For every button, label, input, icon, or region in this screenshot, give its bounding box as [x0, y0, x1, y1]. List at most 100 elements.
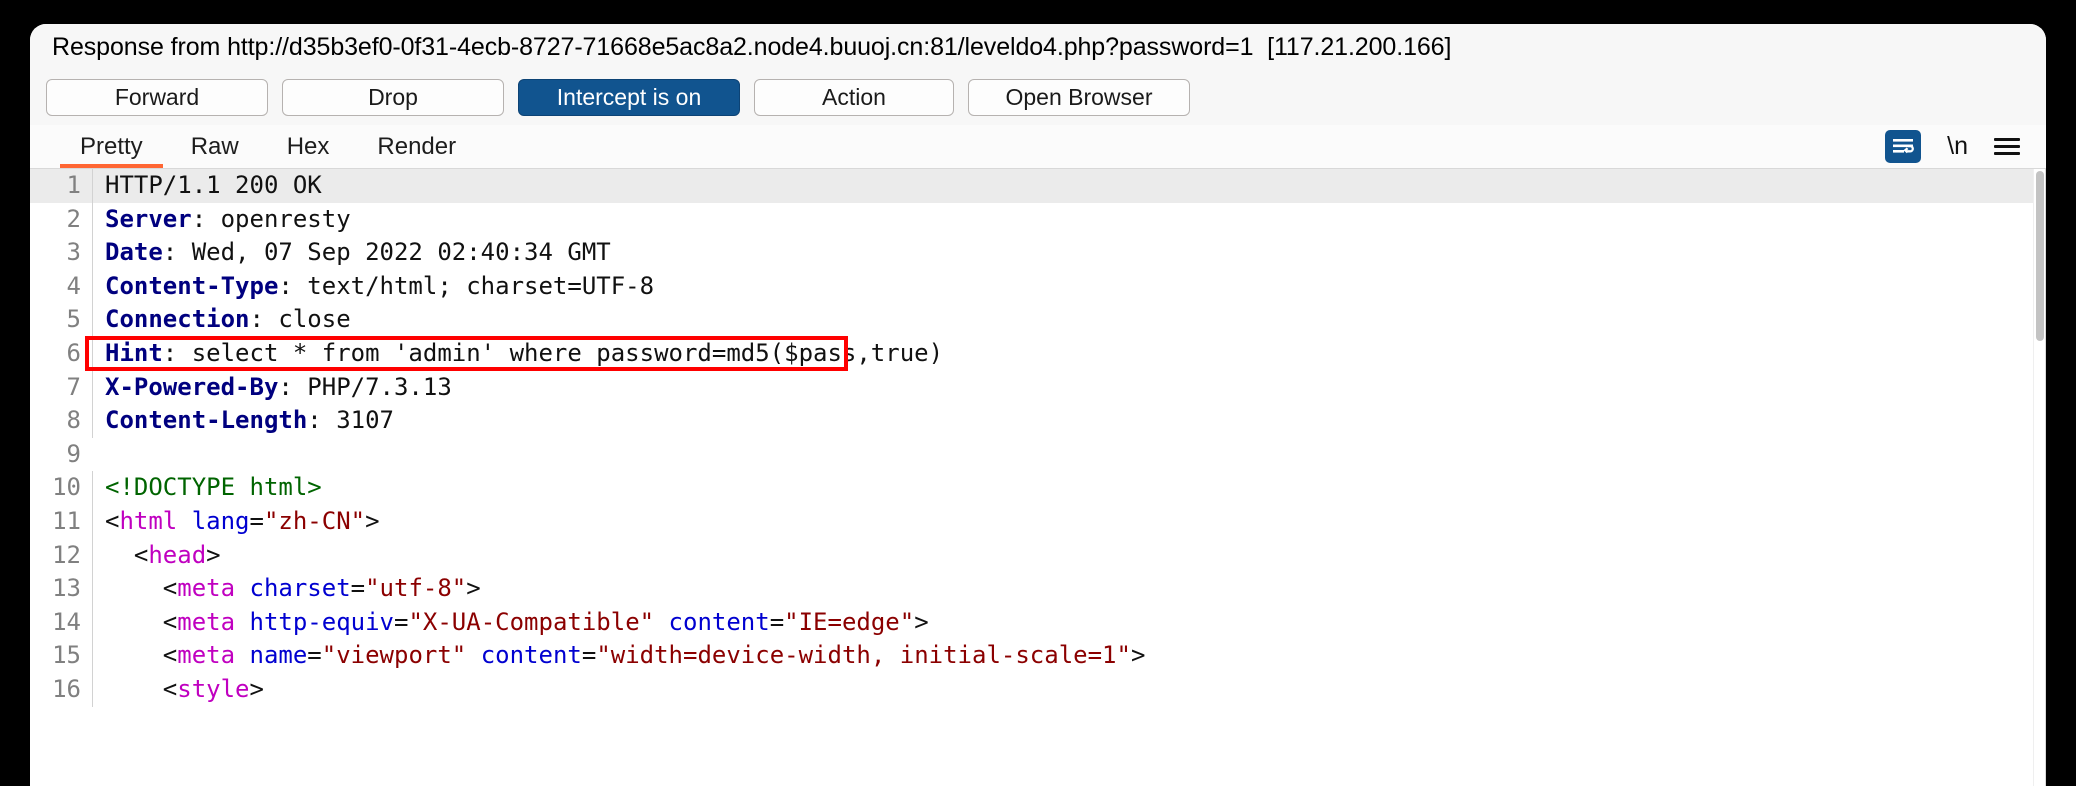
line-content[interactable]: <meta charset="utf-8">	[92, 572, 2033, 606]
line-content[interactable]: Connection: close	[92, 303, 2033, 337]
token-punc: =	[769, 607, 785, 636]
code-line: 10 <!DOCTYPE html>	[30, 471, 2033, 505]
token-str: "utf-8"	[365, 574, 467, 603]
line-content[interactable]: Content-Type: text/html; charset=UTF-8	[92, 269, 2033, 304]
action-toolbar: Forward Drop Intercept is on Action Open…	[30, 70, 2046, 125]
line-content[interactable]: Server: openresty	[92, 202, 2033, 237]
token-attr: content	[480, 641, 582, 670]
token-punc	[654, 608, 668, 636]
code-line: 9	[30, 438, 2033, 472]
token-val: : text/html; charset=UTF-8	[278, 271, 655, 300]
token-val: : openresty	[191, 204, 351, 233]
code-line: 11 <html lang="zh-CN">	[30, 504, 2033, 539]
line-number: 13	[52, 574, 81, 603]
code-line: 16 <style>	[30, 672, 2033, 707]
token-attr: lang	[191, 506, 250, 535]
window-title: Response from http://d35b3ef0-0f31-4ecb-…	[52, 32, 1452, 61]
token-str: "IE=edge"	[784, 607, 915, 636]
title-bar: Response from http://d35b3ef0-0f31-4ecb-…	[30, 24, 2046, 70]
hamburger-menu-icon[interactable]	[1994, 138, 2020, 155]
token-punc: <	[105, 506, 120, 535]
menu-bar-3	[1994, 152, 2020, 155]
token-attr: content	[668, 607, 770, 636]
code-line: 12 <head>	[30, 538, 2033, 573]
code-line: 15 <meta name="viewport" content="width=…	[30, 639, 2033, 673]
line-content[interactable]: <html lang="zh-CN">	[92, 504, 2033, 539]
token-str: "X-UA-Compatible"	[408, 607, 655, 636]
token-tag: style	[177, 674, 250, 703]
token-punc: =	[394, 607, 409, 636]
code-line-list: 1 HTTP/1.1 200 OK 2 Server: openresty 3 Date:…	[30, 169, 2033, 707]
token-val: : Wed, 07 Sep 2022 02:40:34 GMT	[162, 238, 611, 267]
menu-bar-1	[1994, 138, 2020, 141]
code-line: 6 Hint: select * from 'admin' where passw…	[30, 336, 2033, 371]
tab-list: Pretty Raw Hex Render	[30, 125, 480, 168]
line-content[interactable]: <!DOCTYPE html>	[92, 471, 2033, 505]
token-str: "width=device-width, initial-scale=1"	[596, 641, 1131, 670]
token-tag: meta	[177, 574, 236, 603]
code-line: 1 HTTP/1.1 200 OK	[30, 169, 2033, 203]
token-punc	[466, 641, 480, 669]
tab-pretty[interactable]: Pretty	[56, 125, 167, 168]
token-punc: <	[105, 641, 178, 670]
token-val: : select * from 'admin' where password=m…	[162, 338, 944, 367]
line-number: 1	[66, 171, 81, 199]
token-str: "viewport"	[321, 641, 467, 670]
token-hdr: X-Powered-By	[105, 372, 279, 401]
line-content[interactable]: Date: Wed, 07 Sep 2022 02:40:34 GMT	[92, 236, 2033, 270]
token-hdr: Date	[105, 238, 163, 267]
tab-tools: \n	[1885, 125, 2046, 168]
token-val: HTTP/1.1 200 OK	[105, 171, 322, 199]
line-content[interactable]: <meta http-equiv="X-UA-Compatible" conte…	[92, 605, 2033, 640]
token-attr: http-equiv	[249, 607, 395, 636]
code-line: 3 Date: Wed, 07 Sep 2022 02:40:34 GMT	[30, 236, 2033, 270]
line-content[interactable]: <meta name="viewport" content="width=dev…	[92, 639, 2033, 673]
newline-toggle-icon[interactable]: \n	[1947, 132, 1968, 161]
token-punc: =	[307, 641, 322, 670]
token-val: : PHP/7.3.13	[278, 372, 452, 401]
line-number: 7	[66, 372, 81, 401]
token-hdr: Connection	[105, 305, 250, 334]
token-val: : close	[249, 305, 351, 334]
token-punc: =	[350, 574, 366, 603]
open-browser-button[interactable]: Open Browser	[968, 79, 1190, 116]
tab-render[interactable]: Render	[353, 125, 480, 168]
token-punc	[235, 641, 249, 669]
token-punc: >	[466, 574, 481, 603]
token-val: : 3107	[307, 406, 394, 435]
code-line: 4 Content-Type: text/html; charset=UTF-8	[30, 269, 2033, 304]
line-content[interactable]: X-Powered-By: PHP/7.3.13	[92, 370, 2033, 405]
token-hdr: Content-Length	[105, 406, 308, 435]
token-doct: <!DOCTYPE html>	[105, 473, 322, 502]
code-line: 5 Connection: close	[30, 303, 2033, 337]
token-tag: html	[119, 506, 178, 535]
code-scroll-region[interactable]: 1 HTTP/1.1 200 OK 2 Server: openresty 3 Date:…	[30, 169, 2033, 786]
line-number: 2	[66, 204, 81, 233]
scrollbar-thumb[interactable]	[2036, 171, 2044, 341]
token-punc	[235, 608, 249, 636]
line-content[interactable]: HTTP/1.1 200 OK	[92, 169, 2033, 203]
menu-bar-2	[1994, 145, 2020, 148]
token-hdr: Server	[105, 204, 192, 233]
code-line: 2 Server: openresty	[30, 202, 2033, 237]
drop-button[interactable]: Drop	[282, 79, 504, 116]
line-content[interactable]: Content-Length: 3107	[92, 404, 2033, 438]
code-line: 7 X-Powered-By: PHP/7.3.13	[30, 370, 2033, 405]
response-viewer: 1 HTTP/1.1 200 OK 2 Server: openresty 3 Date:…	[30, 169, 2046, 786]
line-content[interactable]: <head>	[92, 538, 2033, 573]
line-number: 3	[66, 238, 81, 267]
tab-raw[interactable]: Raw	[167, 125, 263, 168]
action-button[interactable]: Action	[754, 79, 954, 116]
line-number: 11	[52, 506, 81, 535]
intercept-toggle-button[interactable]: Intercept is on	[518, 79, 740, 116]
view-tab-bar: Pretty Raw Hex Render \n	[30, 125, 2046, 169]
line-content[interactable]: Hint: select * from 'admin' where passwo…	[92, 336, 2033, 371]
token-punc: >	[249, 674, 264, 703]
line-content[interactable]: <style>	[92, 672, 2033, 707]
token-tag: meta	[177, 607, 236, 636]
line-number: 5	[66, 305, 81, 334]
tab-hex[interactable]: Hex	[263, 125, 354, 168]
forward-button[interactable]: Forward	[46, 79, 268, 116]
word-wrap-icon[interactable]	[1885, 130, 1922, 163]
token-punc: <	[105, 540, 149, 569]
